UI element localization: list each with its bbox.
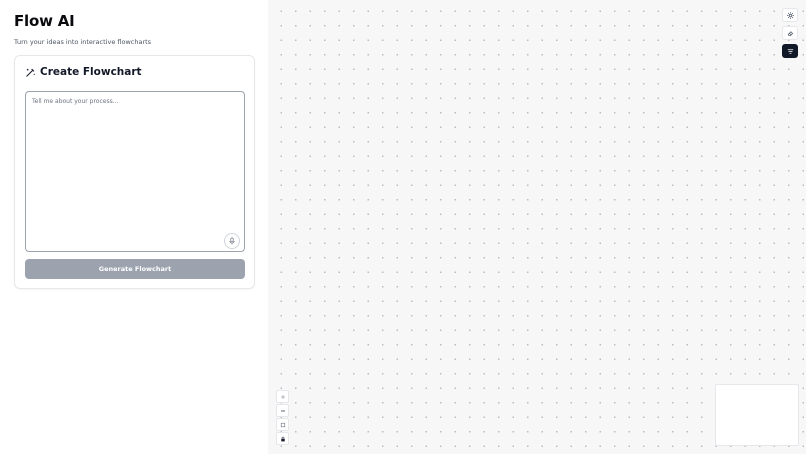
theme-toggle-button[interactable] xyxy=(782,8,798,22)
eraser-icon xyxy=(787,30,793,36)
lock-button[interactable] xyxy=(276,432,289,445)
fit-view-icon xyxy=(280,422,285,427)
sidebar-panel: Flow AI Turn your ideas into interactive… xyxy=(0,0,268,454)
filter-icon xyxy=(787,48,793,54)
zoom-controls xyxy=(276,390,289,445)
app-subtitle: Turn your ideas into interactive flowcha… xyxy=(14,38,152,46)
zoom-in-button[interactable] xyxy=(276,390,289,403)
zoom-out-icon xyxy=(280,410,285,411)
card-header: Create Flowchart xyxy=(25,66,142,78)
microphone-icon xyxy=(229,237,235,245)
fit-view-button[interactable] xyxy=(276,418,289,431)
generate-flowchart-button[interactable]: Generate Flowchart xyxy=(25,259,245,279)
zoom-in-icon xyxy=(280,394,285,399)
clear-canvas-button[interactable] xyxy=(782,26,798,40)
minimap[interactable] xyxy=(715,384,799,446)
magic-wand-icon xyxy=(26,67,36,77)
app-title: Flow AI xyxy=(14,12,75,30)
voice-input-button[interactable] xyxy=(224,233,240,249)
prompt-placeholder: Tell me about your process... xyxy=(32,98,119,105)
layout-button[interactable] xyxy=(782,44,798,58)
sun-icon xyxy=(786,11,794,19)
lock-icon xyxy=(280,436,285,441)
card-title: Create Flowchart xyxy=(40,66,142,78)
zoom-out-button[interactable] xyxy=(276,404,289,417)
process-prompt-input[interactable]: Tell me about your process... xyxy=(25,91,245,252)
create-flowchart-card: Create Flowchart Tell me about your proc… xyxy=(14,55,255,289)
flowchart-canvas[interactable] xyxy=(268,0,806,454)
